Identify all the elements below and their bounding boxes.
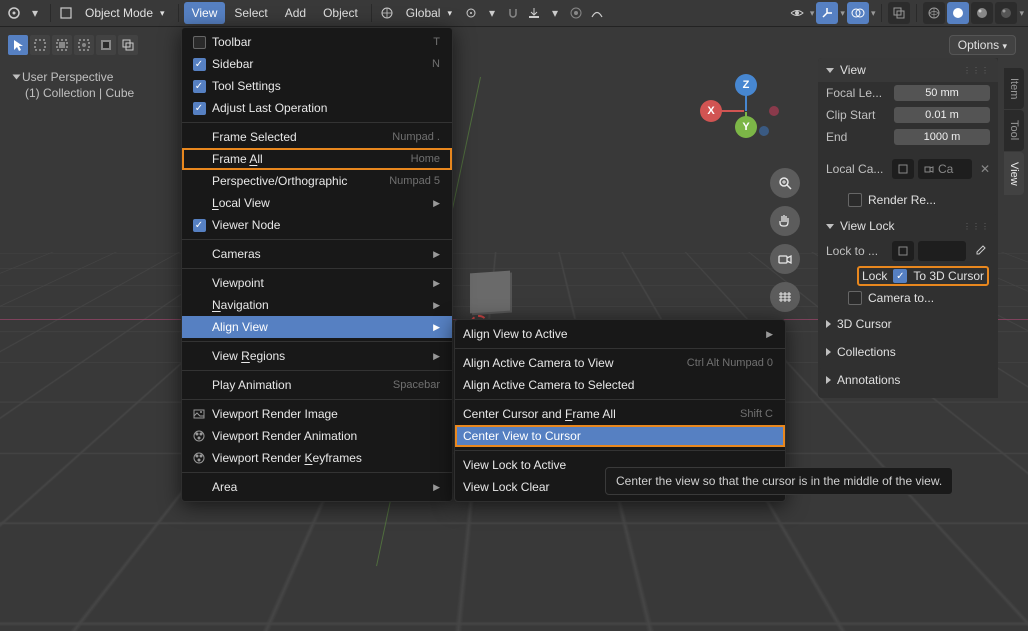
panel-annotations-header[interactable]: Annotations (818, 368, 998, 392)
menu-tool-settings[interactable]: Tool Settings (182, 75, 452, 97)
menu-align-view[interactable]: Align View▶ (182, 316, 452, 338)
visibility-icon[interactable] (786, 2, 808, 24)
shading-wire-icon[interactable] (923, 2, 945, 24)
select-box-icon[interactable] (30, 35, 50, 55)
gizmo-x[interactable]: X (700, 100, 722, 122)
panel-viewlock-header[interactable]: View Lock⋮⋮⋮ (818, 214, 998, 238)
menu-vp-render-keyframes[interactable]: Viewport Render Keyframes (182, 447, 452, 469)
sidebar-tabs: Item Tool View (1004, 68, 1024, 195)
menu-play-animation[interactable]: Play AnimationSpacebar (182, 374, 452, 396)
xray-icon[interactable] (888, 2, 910, 24)
side-panel: View⋮⋮⋮ Focal Le...50 mm Clip Start0.01 … (818, 58, 998, 398)
mode-icon[interactable] (56, 3, 76, 23)
panel-view-header[interactable]: View⋮⋮⋮ (818, 58, 998, 82)
chevron-down-icon[interactable]: ▾ (25, 3, 45, 23)
menu-sidebar[interactable]: SidebarN (182, 53, 452, 75)
pivot-icon[interactable] (461, 3, 481, 23)
select-invert-icon[interactable] (96, 35, 116, 55)
shading-rendered-icon[interactable] (995, 2, 1017, 24)
menu-view-regions[interactable]: View Regions▶ (182, 345, 452, 367)
options-button[interactable]: Options ▾ (949, 35, 1016, 55)
submenu-align-to-active[interactable]: Align View to Active▶ (455, 323, 785, 345)
orientation-icon[interactable] (377, 3, 397, 23)
panel-3dcursor-header[interactable]: 3D Cursor (818, 312, 998, 336)
header-toolbar: ▾ Object Mode ▾ View Select Add Object G… (0, 0, 1028, 27)
zoom-icon[interactable] (770, 168, 800, 198)
chevron-down-icon[interactable]: ▾ (482, 3, 502, 23)
overlay-toggle-icon[interactable] (847, 2, 869, 24)
select-tool-icon[interactable] (8, 35, 28, 55)
viewport-nav-buttons (770, 168, 800, 312)
render-region-check[interactable] (848, 193, 862, 207)
menu-area[interactable]: Area▶ (182, 476, 452, 498)
camera-to-view-check[interactable] (848, 291, 862, 305)
menu-persp-ortho[interactable]: Perspective/OrthographicNumpad 5 (182, 170, 452, 192)
local-camera-field[interactable]: Ca (918, 159, 972, 179)
select-intersect-icon[interactable] (118, 35, 138, 55)
clip-end-field[interactable]: 1000 m (894, 129, 990, 145)
gizmo-z[interactable]: Z (735, 74, 757, 96)
submenu-align-cam-view[interactable]: Align Active Camera to ViewCtrl Alt Nump… (455, 352, 785, 374)
select-circle-icon[interactable] (52, 35, 72, 55)
menu-select[interactable]: Select (226, 2, 275, 24)
orientation-select[interactable]: Global ▾ (398, 3, 460, 23)
menu-navigation[interactable]: Navigation▶ (182, 294, 452, 316)
focal-length-field[interactable]: 50 mm (894, 85, 990, 101)
gizmo-neg-axis[interactable] (759, 126, 769, 136)
camera-datablock-icon[interactable] (892, 159, 914, 179)
tab-tool[interactable]: Tool (1004, 110, 1024, 150)
tab-view[interactable]: View (1004, 152, 1024, 196)
menu-frame-selected[interactable]: Frame SelectedNumpad . (182, 126, 452, 148)
nav-gizmo[interactable]: Z Y X (706, 74, 786, 154)
gizmo-neg-axis[interactable] (769, 106, 779, 116)
to-3d-cursor-check[interactable] (893, 269, 907, 283)
proportional-icon[interactable] (566, 3, 586, 23)
menu-viewer-node[interactable]: Viewer Node (182, 214, 452, 236)
submenu-align-cam-selected[interactable]: Align Active Camera to Selected (455, 374, 785, 396)
menu-cameras[interactable]: Cameras▶ (182, 243, 452, 265)
snap-to-icon[interactable] (524, 3, 544, 23)
menu-local-view[interactable]: Local View▶ (182, 192, 452, 214)
select-lasso-icon[interactable] (74, 35, 94, 55)
menu-vp-render-anim[interactable]: Viewport Render Animation (182, 425, 452, 447)
clip-start-field[interactable]: 0.01 m (894, 107, 990, 123)
viewport-info: User Perspective (1) Collection | Cube (14, 70, 134, 101)
submenu-center-cursor-frame[interactable]: Center Cursor and Frame AllShift C (455, 403, 785, 425)
gizmo-y[interactable]: Y (735, 116, 757, 138)
clear-icon[interactable]: ✕ (980, 162, 990, 176)
menu-view[interactable]: View (184, 2, 226, 24)
eyedropper-icon[interactable] (970, 241, 990, 261)
menu-object[interactable]: Object (315, 2, 366, 24)
menu-toolbar[interactable]: ToolbarT (182, 31, 452, 53)
tab-item[interactable]: Item (1004, 68, 1024, 109)
menu-viewpoint[interactable]: Viewpoint▶ (182, 272, 452, 294)
camera-view-icon[interactable] (770, 244, 800, 274)
shading-matpreview-icon[interactable] (971, 2, 993, 24)
panel-collections-header[interactable]: Collections (818, 340, 998, 364)
view-menu: ToolbarT SidebarN Tool Settings Adjust L… (181, 27, 453, 502)
editor-type-icon[interactable] (4, 3, 24, 23)
chevron-down-icon[interactable]: ▾ (545, 3, 565, 23)
menu-add[interactable]: Add (277, 2, 314, 24)
falloff-icon[interactable] (587, 3, 607, 23)
tooltip: Center the view so that the cursor is in… (605, 467, 953, 495)
mode-select[interactable]: Object Mode ▾ (77, 3, 173, 23)
menu-adjust-last[interactable]: Adjust Last Operation (182, 97, 452, 119)
shading-solid-icon[interactable] (947, 2, 969, 24)
gizmo-toggle-icon[interactable] (816, 2, 838, 24)
lock-to-3d-cursor-highlight: Lock To 3D Cursor (858, 267, 988, 285)
menu-vp-render-image[interactable]: Viewport Render Image (182, 403, 452, 425)
pan-icon[interactable] (770, 206, 800, 236)
persp-toggle-icon[interactable] (770, 282, 800, 312)
mesh-cube[interactable] (470, 271, 510, 314)
snap-icon[interactable] (503, 3, 523, 23)
menu-frame-all[interactable]: Frame AllHome (182, 148, 452, 170)
select-mode-toolbar (8, 35, 138, 55)
submenu-center-view-cursor[interactable]: Center View to Cursor (455, 425, 785, 447)
lock-to-field[interactable] (918, 241, 966, 261)
object-datablock-icon[interactable] (892, 241, 914, 261)
